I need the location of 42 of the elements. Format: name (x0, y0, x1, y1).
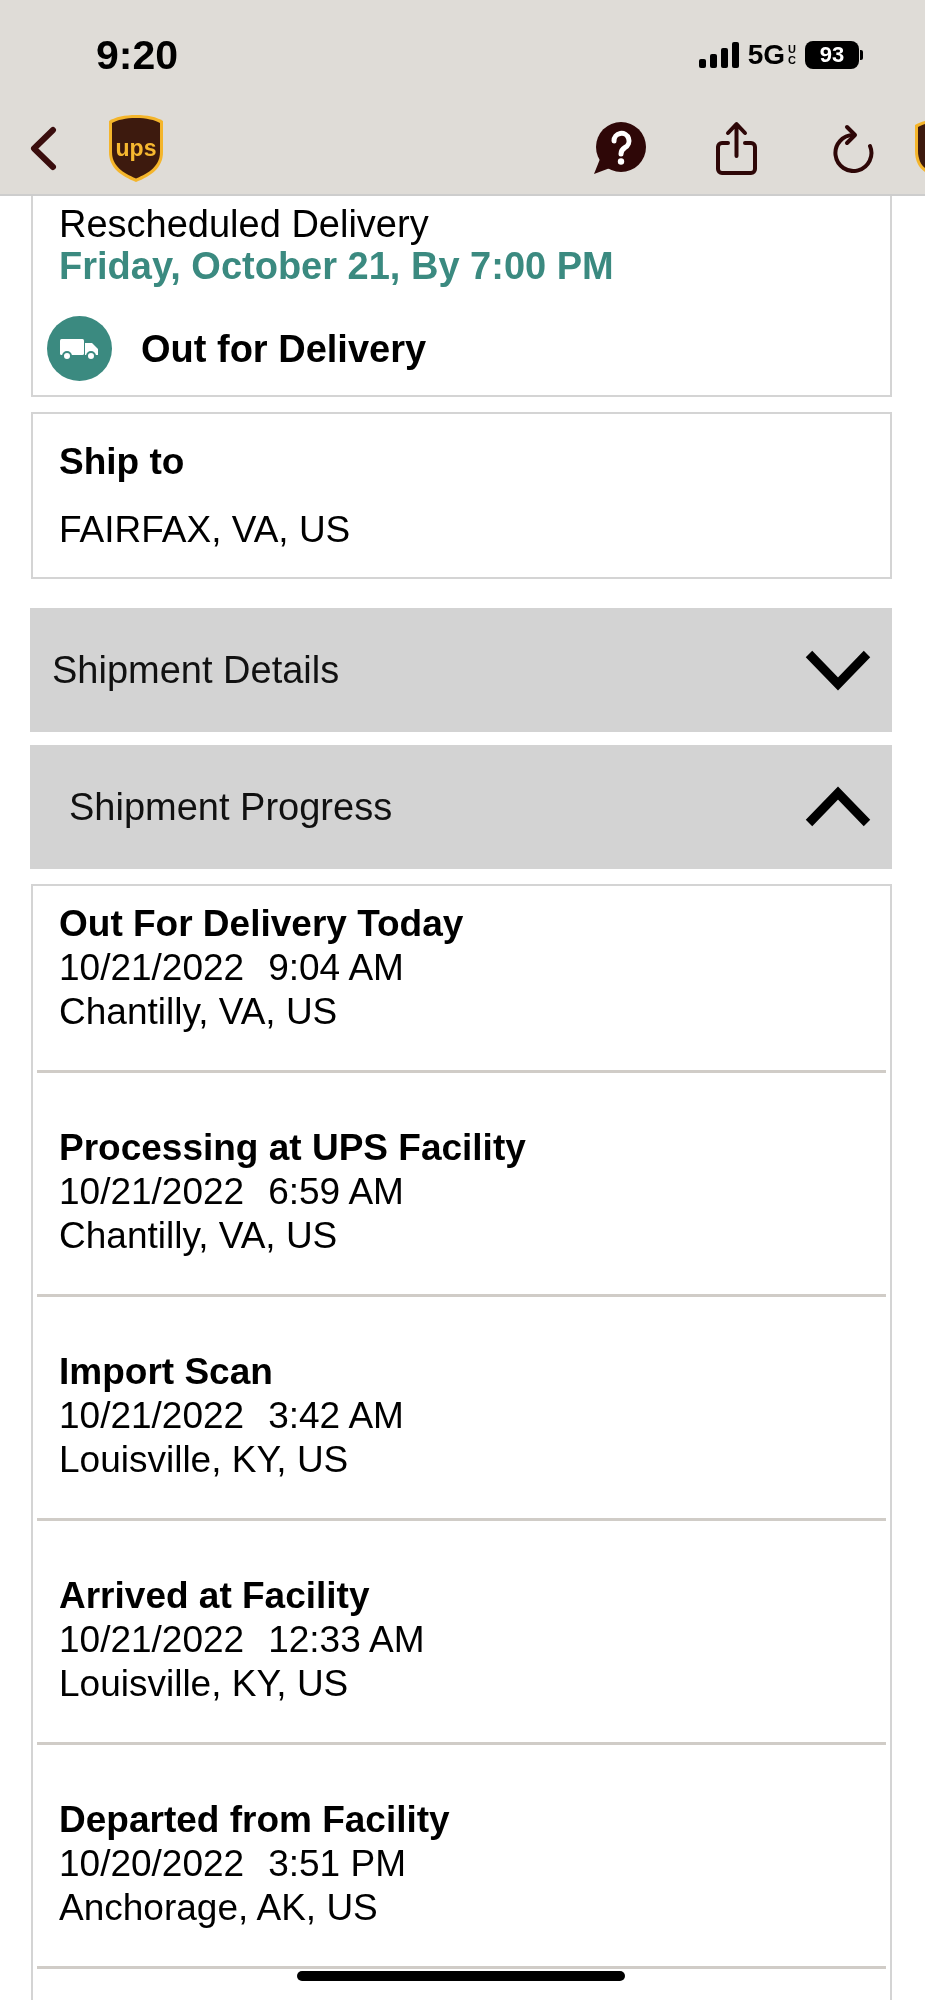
truck-icon (47, 316, 112, 381)
help-button[interactable] (593, 121, 646, 175)
event-title: Processing at UPS Facility (59, 1126, 527, 1170)
event-title: Arrived at Facility (59, 1574, 371, 1618)
event-date: 10/21/2022 (59, 1170, 245, 1214)
event-time: 12:33 AM (268, 1618, 425, 1662)
refresh-button[interactable] (832, 123, 875, 173)
logo: ups (107, 113, 165, 183)
event-time: 3:42 AM (268, 1394, 404, 1438)
event-time: 3:51 PM (268, 1842, 406, 1886)
event-location: Chantilly, VA, US (59, 990, 339, 1034)
delivery-label: Rescheduled Delivery (59, 204, 430, 244)
network-type-label: UC (787, 44, 797, 66)
event-location: Louisville, KY, US (59, 1438, 350, 1482)
section-header[interactable]: Shipment Progress (30, 745, 892, 869)
share-icon (715, 121, 758, 175)
help-icon (593, 121, 646, 175)
event-location: Louisville, KY, US (59, 1662, 350, 1706)
delivery-status: Out for Delivery (141, 326, 427, 371)
event-time: 6:59 AM (268, 1170, 404, 1214)
refresh-icon (832, 123, 875, 173)
event-date: 10/21/2022 (59, 1618, 245, 1662)
event-title: Departed from Facility (59, 1798, 451, 1842)
event-date: 10/21/2022 (59, 1394, 245, 1438)
event-title: Import Scan (59, 1350, 274, 1394)
event-location: Chantilly, VA, US (59, 1214, 339, 1258)
network-label: 5G (747, 40, 785, 70)
ship-to-address: FAIRFAX, VA, US (59, 510, 352, 550)
section-header[interactable]: Shipment Details (30, 608, 892, 732)
battery-indicator: 93 (805, 41, 863, 69)
signal-icon (698, 42, 740, 68)
share-button[interactable] (715, 121, 758, 175)
event-date: 10/20/2022 (59, 1842, 245, 1886)
event-title: Out For Delivery Today (59, 902, 465, 946)
event-time: 9:04 AM (268, 946, 404, 990)
ship-to-heading: Ship to (59, 442, 186, 482)
status-time: 9:20 (96, 32, 179, 78)
event-location: Anchorage, AK, US (59, 1886, 379, 1930)
delivery-date: Friday, October 21, By 7:00 PM (59, 245, 615, 288)
back-button[interactable] (28, 125, 58, 171)
event-date: 10/21/2022 (59, 946, 245, 990)
chevron-left-icon (28, 125, 58, 171)
